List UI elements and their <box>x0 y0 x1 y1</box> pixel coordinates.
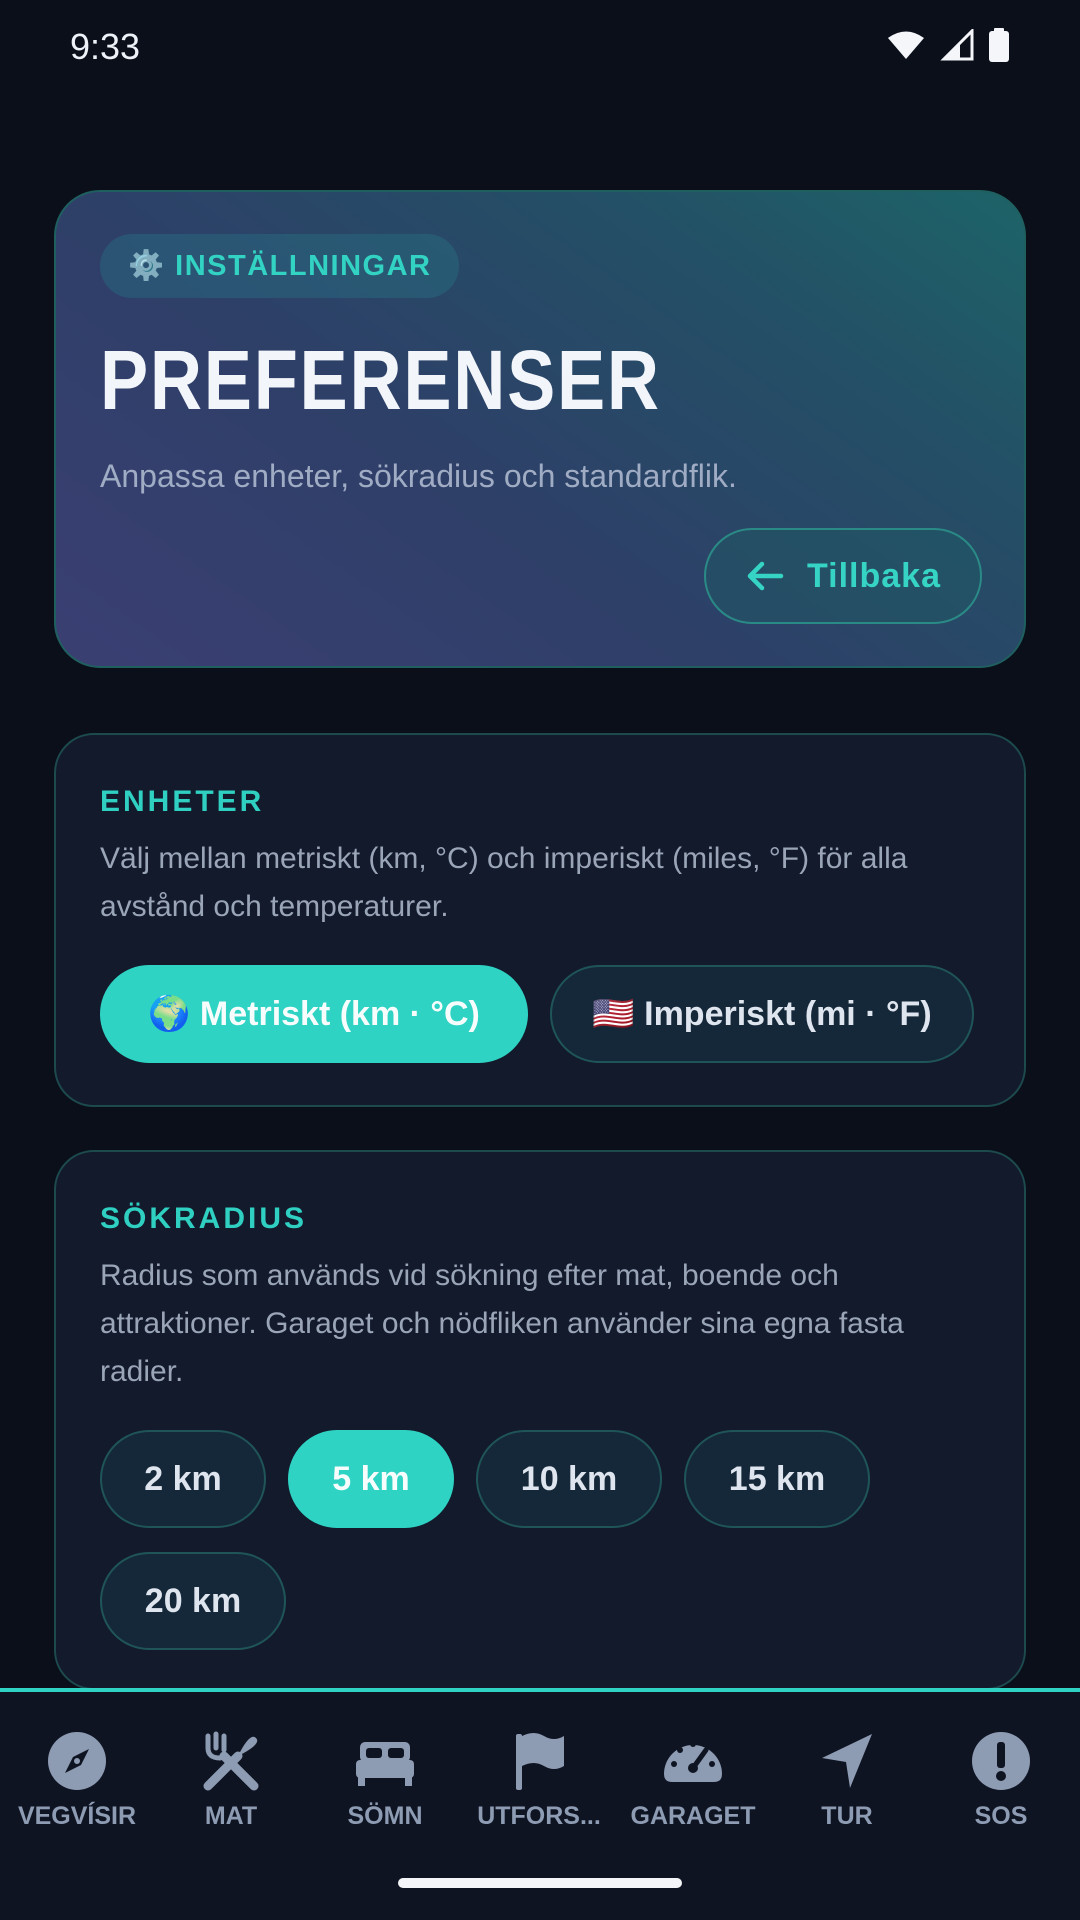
search-radius-card: SÖKRADIUS Radius som används vid sökning… <box>54 1150 1026 1690</box>
flag-icon <box>516 1733 564 1790</box>
nav-item-garaget[interactable]: GARAGET <box>616 1728 770 1838</box>
settings-hero-card: ⚙️ INSTÄLLNINGAR PREFERENSER Anpassa enh… <box>54 190 1026 668</box>
nav-item-vegvisir[interactable]: VEGVÍSIR <box>0 1728 154 1838</box>
nav-item-somn[interactable]: SÖMN <box>308 1728 462 1838</box>
nav-label-tur: TUR <box>821 1802 873 1830</box>
nav-label-garaget: GARAGET <box>630 1802 756 1830</box>
radius-option-10km[interactable]: 10 km <box>476 1430 662 1528</box>
settings-badge: ⚙️ INSTÄLLNINGAR <box>100 234 460 298</box>
nav-label-mat: MAT <box>204 1802 258 1830</box>
nav-label-vegvisir: VEGVÍSIR <box>17 1802 137 1830</box>
radius-option-5km[interactable]: 5 km <box>288 1430 454 1528</box>
preferences-screen: 9:33 ⚙️ INSTÄLLNINGAR PREFERENSER Anpass… <box>0 0 1080 1920</box>
page-title: PREFERENSER <box>100 333 661 427</box>
back-button-label: Tillbaka <box>807 556 941 595</box>
status-bar: 9:33 <box>0 0 1080 92</box>
radius-option-20km[interactable]: 20 km <box>100 1552 286 1650</box>
units-title: ENHETER <box>100 785 265 818</box>
home-indicator[interactable] <box>398 1878 682 1888</box>
imperial-option-button[interactable]: 🇺🇸 Imperiskt (mi · °F) <box>550 965 974 1063</box>
status-icons <box>886 28 1010 62</box>
back-button[interactable]: Tillbaka <box>704 528 982 624</box>
compass-icon <box>48 1732 106 1790</box>
alert-icon <box>972 1732 1030 1790</box>
units-description: Välj mellan metriskt (km, °C) och imperi… <box>100 842 908 923</box>
units-card: ENHETER Välj mellan metriskt (km, °C) oc… <box>54 733 1026 1107</box>
radius-option-15km[interactable]: 15 km <box>684 1430 870 1528</box>
utensils-icon <box>203 1731 259 1791</box>
nav-item-utforska[interactable]: UTFORS... <box>462 1728 616 1838</box>
settings-badge-label: ⚙️ INSTÄLLNINGAR <box>128 250 432 282</box>
nav-label-utforska: UTFORS... <box>477 1802 601 1830</box>
navigation-arrow-icon <box>822 1734 872 1788</box>
page-subtitle: Anpassa enheter, sökradius och standardf… <box>100 458 737 494</box>
wifi-icon <box>888 31 924 59</box>
nav-item-sos[interactable]: SOS <box>924 1728 1078 1838</box>
arrow-left-icon <box>747 561 784 591</box>
cellular-signal-icon <box>940 29 974 61</box>
nav-label-somn: SÖMN <box>347 1802 423 1830</box>
metric-option-button[interactable]: 🌍 Metriskt (km · °C) <box>100 965 528 1063</box>
nav-item-mat[interactable]: MAT <box>154 1728 308 1838</box>
radius-title: SÖKRADIUS <box>100 1202 308 1235</box>
nav-label-sos: SOS <box>974 1802 1028 1830</box>
battery-icon <box>989 28 1009 62</box>
radius-option-2km[interactable]: 2 km <box>100 1430 266 1528</box>
speedometer-icon <box>664 1741 722 1782</box>
bed-icon <box>356 1742 414 1786</box>
radius-description: Radius som används vid sökning efter mat… <box>100 1259 904 1388</box>
status-time: 9:33 <box>70 26 141 67</box>
nav-item-tur[interactable]: TUR <box>770 1728 924 1838</box>
